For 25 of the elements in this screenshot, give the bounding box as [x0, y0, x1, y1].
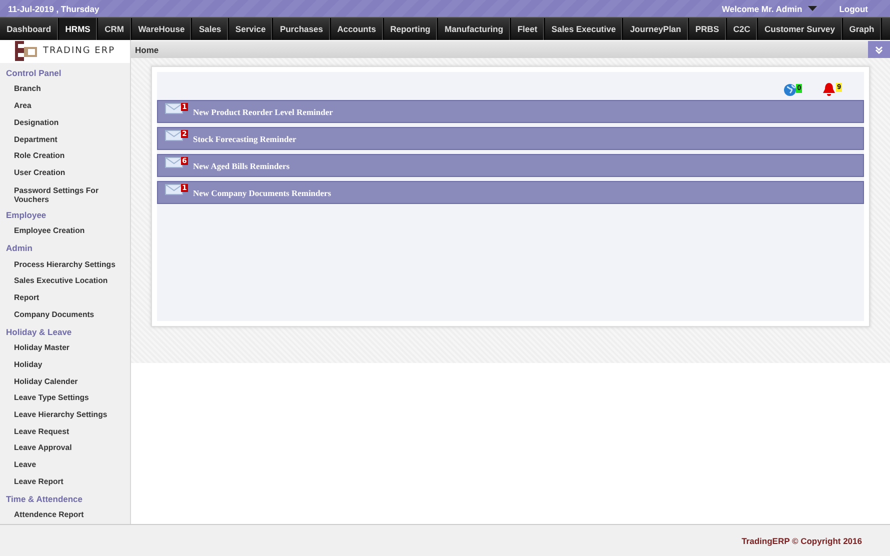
reminder-title: Stock Forecasting Reminder: [193, 134, 296, 144]
envelope-icon: [165, 130, 183, 141]
user-menu[interactable]: Welcome Mr. Admin: [722, 4, 818, 14]
envelope-icon: [165, 103, 183, 114]
reminder-title: New Company Documents Reminders: [193, 188, 332, 198]
sidebar-section-title: Holiday & Leave: [6, 326, 73, 339]
reminder-title: New Product Reorder Level Reminder: [193, 106, 333, 116]
globe-icon: [784, 84, 796, 96]
bell-icon: [822, 83, 836, 96]
reminder-title: New Aged Bills Reminders: [193, 160, 290, 170]
double-chevron-icon: [875, 46, 883, 54]
logo-text: TRADING ERP: [42, 46, 116, 56]
sidebar-section-title: Time & Attendence: [6, 492, 84, 506]
nav-tab[interactable]: HRMS: [58, 18, 98, 40]
copyright-text: TradingERP © Copyright 2016: [742, 536, 862, 546]
sidebar-section-title: Control Panel: [6, 66, 62, 80]
sidebar-section-title: Admin: [6, 242, 34, 256]
caret-icon: [808, 6, 818, 11]
sidebar-section-title: Employee: [6, 208, 48, 222]
collapse-button[interactable]: [868, 41, 890, 58]
breadcrumb-text: Home: [135, 44, 160, 54]
logout-link[interactable]: Logout: [839, 4, 868, 14]
date-text: 11-Jul-2019 , Thursday: [8, 4, 100, 14]
envelope-icon: [165, 184, 183, 195]
envelope-icon: [165, 157, 183, 168]
